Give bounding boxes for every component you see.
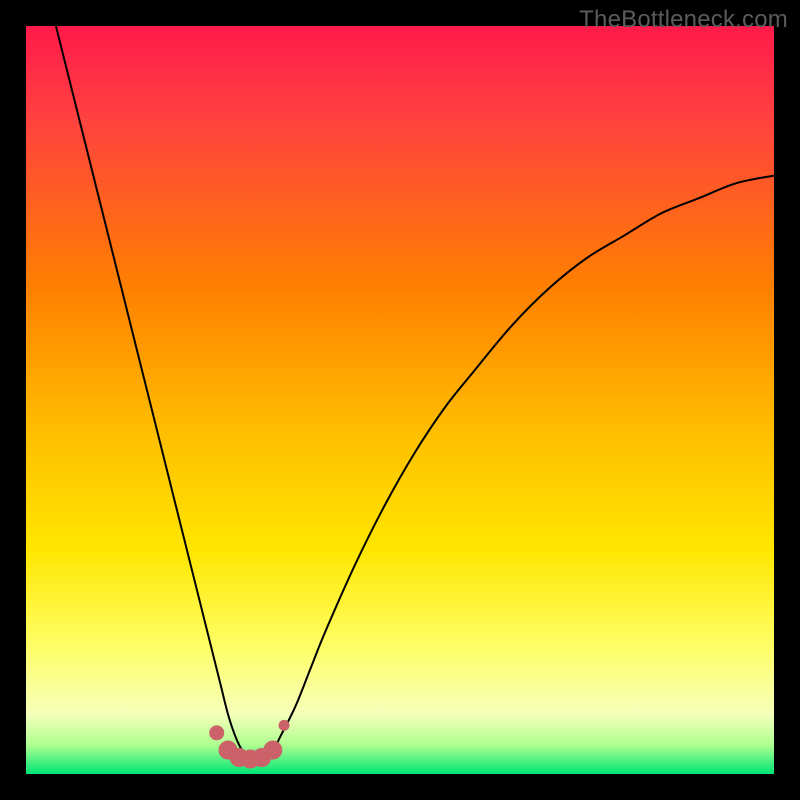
gradient-background bbox=[26, 26, 774, 774]
watermark-text: TheBottleneck.com bbox=[579, 6, 788, 34]
chart-frame: TheBottleneck.com bbox=[0, 0, 800, 800]
plot-area bbox=[26, 26, 774, 774]
